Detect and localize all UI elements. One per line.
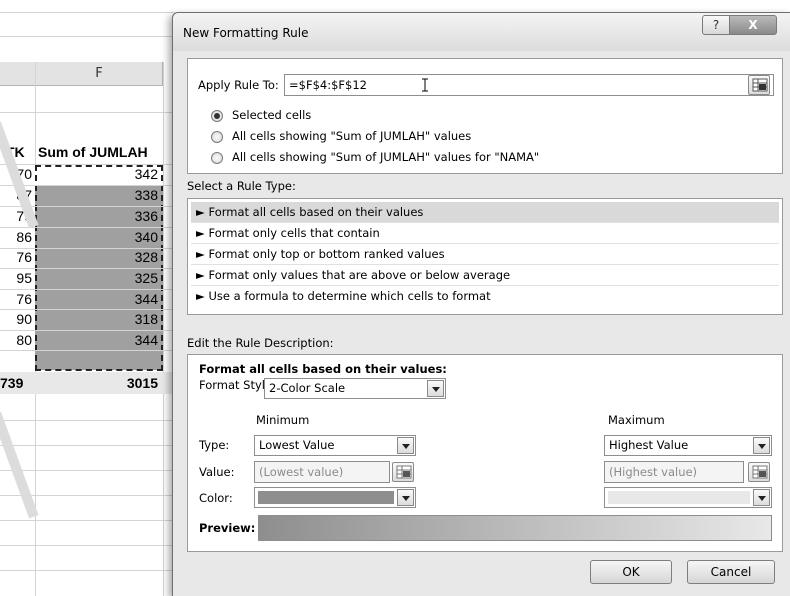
gridline <box>0 112 175 113</box>
rule-type-item[interactable]: ► Format all cells based on their values <box>191 202 779 223</box>
gridline <box>0 445 175 446</box>
cancel-button[interactable]: Cancel <box>687 560 775 584</box>
table-cell[interactable]: 86 <box>0 227 32 247</box>
type-label: Type: <box>199 438 230 452</box>
scope-option-label: All cells showing "Sum of JUMLAH" values <box>232 129 472 143</box>
format-style-value: 2-Color Scale <box>269 381 346 395</box>
dialog-title: New Formatting Rule <box>183 26 309 40</box>
rule-type-item[interactable]: ► Format only top or bottom ranked value… <box>191 244 779 265</box>
range-picker-icon <box>396 465 412 479</box>
gridline <box>0 350 175 351</box>
gridline <box>0 545 175 546</box>
minimum-color-swatch <box>258 491 394 504</box>
scope-option-label: All cells showing "Sum of JUMLAH" values… <box>232 150 540 164</box>
ok-button[interactable]: OK <box>590 560 672 584</box>
format-all-heading: Format all cells based on their values: <box>199 362 447 376</box>
select-rule-type-label: Select a Rule Type: <box>187 179 296 193</box>
collapse-range-button[interactable] <box>748 75 770 95</box>
chevron-down-icon <box>397 489 414 506</box>
new-formatting-rule-dialog: New Formatting Rule ? X Apply Rule To: =… <box>172 12 790 596</box>
table-cell[interactable]: 328 <box>40 247 158 267</box>
callout-arrow-shape <box>0 411 39 519</box>
scope-radio-all-cells[interactable] <box>211 131 223 143</box>
rule-type-item[interactable]: ► Use a formula to determine which cells… <box>191 286 779 307</box>
spreadsheet-area: F ITK Sum of JUMLAH 70 87 79 86 76 95 76… <box>0 0 175 596</box>
apply-rule-panel: Apply Rule To: =$F$4:$F$12 Selected cell… <box>187 58 783 174</box>
scope-radio-selected-cells[interactable] <box>211 110 223 122</box>
table-cell[interactable]: 76 <box>0 247 32 267</box>
column-header-e[interactable] <box>0 62 35 86</box>
table-cell[interactable]: 80 <box>0 330 32 350</box>
dialog-titlebar[interactable]: New Formatting Rule ? X <box>173 13 790 51</box>
rule-type-item[interactable]: ► Format only values that are above or b… <box>191 265 779 286</box>
apply-rule-to-label: Apply Rule To: <box>198 78 279 92</box>
rule-type-item[interactable]: ► Format only cells that contain <box>191 223 779 244</box>
column-header-f[interactable]: F <box>35 62 163 86</box>
maximum-type-dropdown[interactable]: Highest Value <box>604 435 772 456</box>
total-cell[interactable]: 3015 <box>40 373 158 393</box>
value-label: Value: <box>199 465 235 479</box>
chevron-down-icon <box>427 380 444 397</box>
gridline <box>0 520 175 521</box>
maximum-color-picker[interactable] <box>604 487 772 508</box>
edit-rule-description-label: Edit the Rule Description: <box>187 336 334 350</box>
minimum-label: Minimum <box>256 413 310 427</box>
maximum-type-value: Highest Value <box>609 438 689 452</box>
gridline <box>163 62 164 596</box>
table-cell[interactable]: 336 <box>40 206 158 226</box>
table-cell[interactable]: 318 <box>40 309 158 329</box>
maximum-value-range-button[interactable] <box>748 462 770 482</box>
range-picker-icon <box>752 78 768 92</box>
scope-radio-all-cells-for-nama[interactable] <box>211 152 223 164</box>
minimum-type-value: Lowest Value <box>259 438 335 452</box>
table-cell[interactable]: 338 <box>40 185 158 205</box>
chevron-down-icon <box>753 437 770 454</box>
minimum-color-picker[interactable] <box>254 487 416 508</box>
gridline <box>0 36 175 37</box>
minimum-type-dropdown[interactable]: Lowest Value <box>254 435 416 456</box>
dialog-body: Apply Rule To: =$F$4:$F$12 Selected cell… <box>183 55 783 585</box>
table-cell[interactable]: 342 <box>40 164 158 184</box>
gridline <box>0 420 175 421</box>
maximum-value-input[interactable]: (Highest value) <box>604 461 744 483</box>
apply-rule-to-input[interactable]: =$F$4:$F$12 <box>284 74 774 96</box>
format-style-dropdown[interactable]: 2-Color Scale <box>264 378 446 399</box>
chevron-down-icon <box>753 489 770 506</box>
table-cell[interactable]: 340 <box>40 227 158 247</box>
gridline <box>0 570 175 571</box>
rule-type-list: ► Format all cells based on their values… <box>187 198 783 315</box>
table-cell[interactable]: 344 <box>40 330 158 350</box>
chevron-down-icon <box>397 437 414 454</box>
range-picker-icon <box>752 465 768 479</box>
color-scale-preview <box>258 515 772 541</box>
table-cell[interactable]: 95 <box>0 268 32 288</box>
table-cell[interactable]: 325 <box>40 268 158 288</box>
text-cursor-icon <box>422 78 428 92</box>
rule-description-panel: Format all cells based on their values: … <box>187 354 783 552</box>
close-button[interactable]: X <box>729 15 777 35</box>
table-cell[interactable]: 344 <box>40 289 158 309</box>
maximum-color-swatch <box>608 491 750 504</box>
header-cell-sum-of-jumlah[interactable]: Sum of JUMLAH <box>38 142 148 162</box>
preview-label: Preview: <box>199 521 256 535</box>
table-cell[interactable]: 90 <box>0 309 32 329</box>
gridline <box>0 12 175 13</box>
total-cell[interactable]: 739 <box>0 373 23 393</box>
minimum-value-input[interactable]: (Lowest value) <box>254 461 390 483</box>
gridline <box>0 470 175 471</box>
table-cell[interactable]: 76 <box>0 289 32 309</box>
scope-option-label: Selected cells <box>232 108 312 122</box>
maximum-label: Maximum <box>608 413 665 427</box>
minimum-value-range-button[interactable] <box>392 462 414 482</box>
color-label: Color: <box>199 491 233 505</box>
help-button[interactable]: ? <box>702 15 730 35</box>
